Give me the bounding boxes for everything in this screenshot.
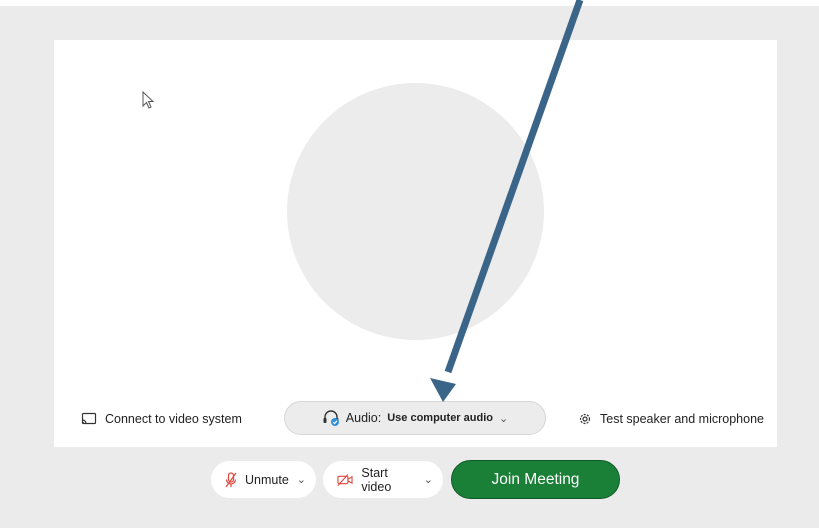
unmute-button[interactable]: Unmute ⌄ <box>211 461 316 498</box>
avatar-placeholder <box>287 83 544 340</box>
mic-muted-icon <box>225 471 237 487</box>
unmute-label: Unmute <box>245 472 289 487</box>
video-preview-panel: Connect to video system Audio: Use compu… <box>54 40 777 447</box>
start-video-options-chevron-icon[interactable]: ⌄ <box>424 473 433 486</box>
headset-icon <box>323 410 339 426</box>
join-meeting-label: Join Meeting <box>491 470 580 488</box>
audio-select-button[interactable]: Audio: Use computer audio ⌄ <box>284 401 546 435</box>
gear-icon <box>579 413 591 425</box>
unmute-options-chevron-icon[interactable]: ⌄ <box>297 473 306 486</box>
connect-video-system-button[interactable]: Connect to video system <box>81 408 242 430</box>
connect-video-system-label: Connect to video system <box>105 412 242 426</box>
top-strip <box>0 0 819 6</box>
start-video-label: Start video <box>361 465 392 494</box>
start-video-button[interactable]: Start video ⌄ <box>323 461 443 498</box>
mouse-pointer-icon <box>142 91 155 109</box>
video-off-icon <box>337 473 353 486</box>
audio-prefix-label: Audio: <box>345 411 382 425</box>
chevron-down-icon: ⌄ <box>498 412 509 425</box>
test-speaker-microphone-button[interactable]: Test speaker and microphone <box>578 408 764 430</box>
join-meeting-button[interactable]: Join Meeting <box>451 460 620 499</box>
audio-value-label: Use computer audio <box>387 412 493 424</box>
cast-icon <box>81 412 97 425</box>
test-speaker-label: Test speaker and microphone <box>600 412 764 426</box>
